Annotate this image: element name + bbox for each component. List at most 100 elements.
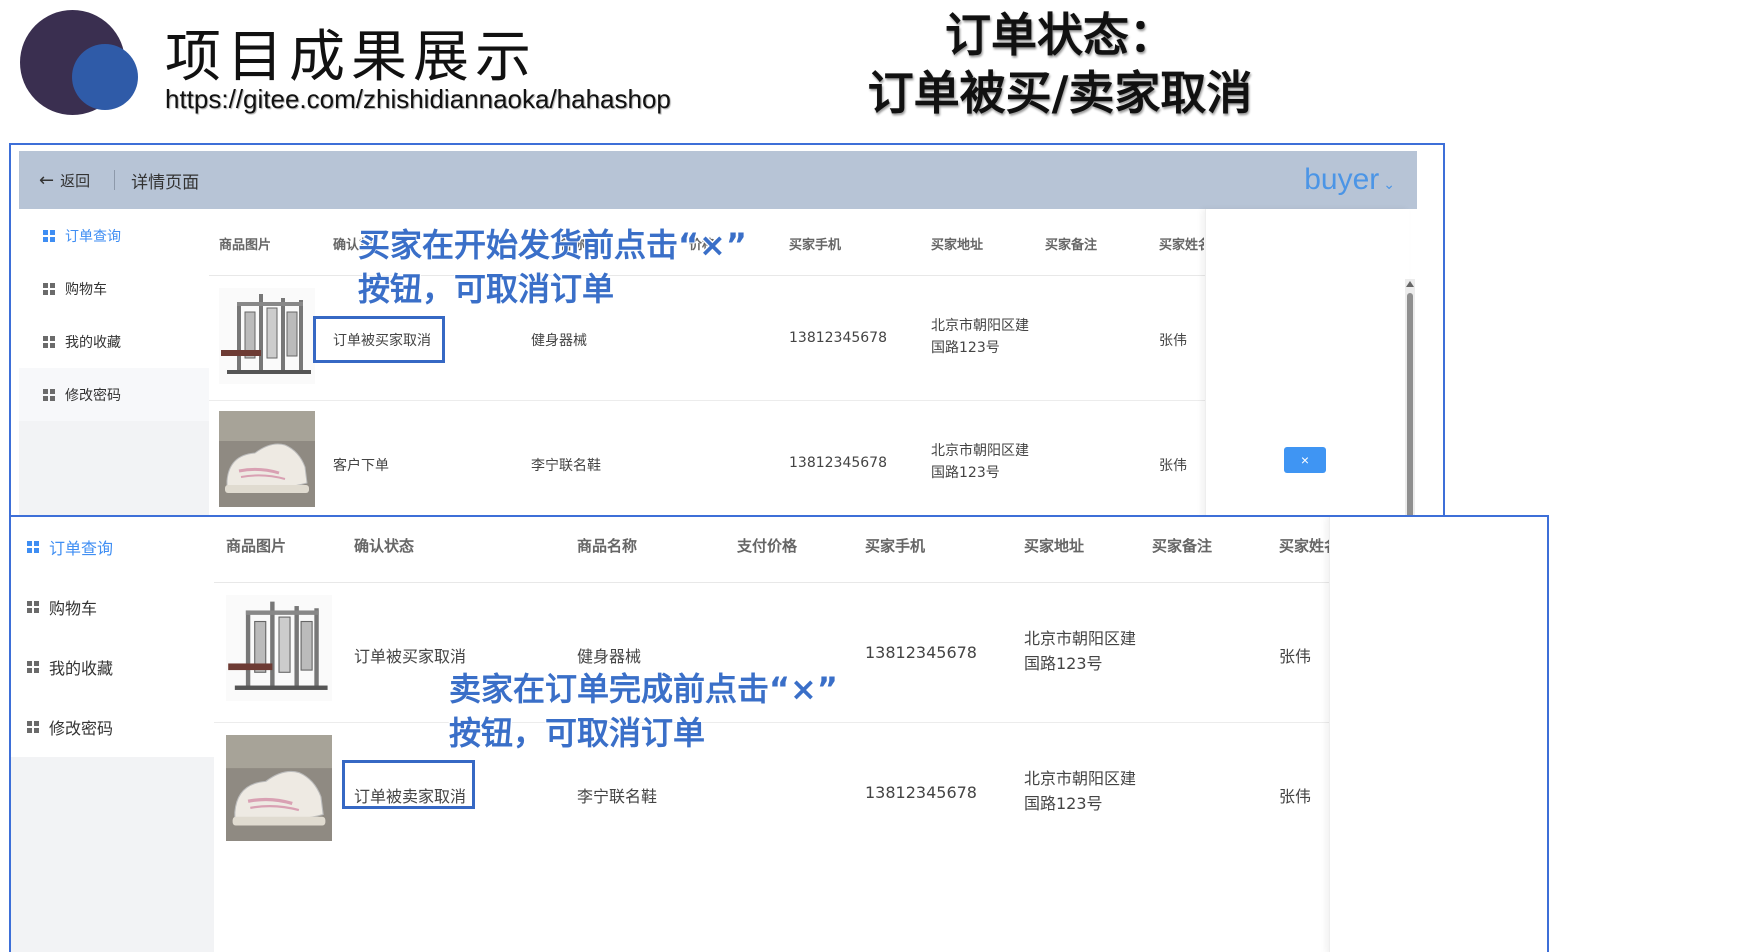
address-line1: 北京市朝阳区建 xyxy=(1024,629,1137,648)
order-status: 客户下单 xyxy=(333,458,389,474)
product-name: 健身器械 xyxy=(577,647,642,666)
col-header-image: 商品图片 xyxy=(219,238,272,253)
col-header-image: 商品图片 xyxy=(226,537,287,555)
buyer-name: 张伟 xyxy=(1159,458,1187,474)
grid-icon xyxy=(27,721,39,733)
buyer-annotation: 买家在开始发货前点击“×” 按钮，可取消订单 xyxy=(358,223,747,311)
sidebar-item-password[interactable]: 修改密码 xyxy=(19,368,209,421)
buyer-name: 张伟 xyxy=(1279,647,1312,666)
orders-table: 商品图片 确认状态 商品名称 支付价格 买家手机 买家地址 买家备注 买家姓名 xyxy=(214,517,1547,952)
col-header-note: 买家备注 xyxy=(1152,537,1213,555)
user-menu[interactable]: buyer ⌄ xyxy=(1304,163,1395,197)
col-header-address: 买家地址 xyxy=(931,238,984,253)
sidebar-item-label: 我的收藏 xyxy=(65,334,121,351)
repo-url: https://gitee.com/zhishidiannaoka/hahash… xyxy=(165,84,671,114)
col-header-price: 支付价格 xyxy=(737,537,798,555)
sidebar-item-cart[interactable]: 购物车 xyxy=(11,577,214,637)
top-bar: ← 返回 详情页面 buyer ⌄ xyxy=(19,151,1417,209)
divider xyxy=(114,170,116,190)
seller-annotation-line1: 卖家在订单完成前点击“×” xyxy=(449,670,838,708)
sidebar-item-label: 修改密码 xyxy=(65,387,121,404)
chevron-down-icon: ⌄ xyxy=(1383,176,1395,192)
sneaker-icon xyxy=(226,735,332,841)
buyer-name: 张伟 xyxy=(1279,787,1312,806)
logo-circle-blue xyxy=(72,44,138,110)
cancel-order-button[interactable]: × xyxy=(1284,447,1326,473)
vertical-scrollbar[interactable] xyxy=(1405,279,1415,516)
sidebar-item-label: 购物车 xyxy=(49,599,98,618)
actions-column: × xyxy=(1205,209,1409,516)
buyer-annotation-line2: 按钮，可取消订单 xyxy=(358,270,615,308)
buyer-address: 北京市朝阳区建 国路123号 xyxy=(1024,627,1136,677)
product-image-sneaker xyxy=(219,411,315,507)
sidebar-item-password[interactable]: 修改密码 xyxy=(11,697,214,757)
sidebar-item-cart[interactable]: 购物车 xyxy=(19,262,209,315)
sidebar: 订单查询 购物车 我的收藏 修改密码 xyxy=(19,209,209,516)
sidebar-item-orders[interactable]: 订单查询 xyxy=(11,517,214,577)
page-title: 详情页面 xyxy=(131,172,200,193)
buyer-address: 北京市朝阳区建 国路123号 xyxy=(1024,767,1136,817)
address-line2: 国路123号 xyxy=(931,464,1000,481)
buyer-phone: 13812345678 xyxy=(789,330,887,346)
grid-icon xyxy=(27,661,39,673)
back-arrow-icon: ← xyxy=(39,169,55,191)
fitness-machine-icon xyxy=(219,288,315,384)
sidebar-item-label: 订单查询 xyxy=(65,228,121,245)
back-button[interactable]: ← 返回 xyxy=(39,170,90,191)
col-header-phone: 买家手机 xyxy=(865,537,926,555)
sidebar-item-label: 购物车 xyxy=(65,281,107,298)
sidebar-item-favorites[interactable]: 我的收藏 xyxy=(11,637,214,697)
product-image-sneaker xyxy=(226,735,332,841)
seller-annotation-line2: 按钮，可取消订单 xyxy=(449,714,706,752)
actions-column xyxy=(1329,517,1547,952)
order-status: 订单被买家取消 xyxy=(354,647,467,666)
scrollbar-thumb[interactable] xyxy=(1407,293,1413,516)
col-header-note: 买家备注 xyxy=(1045,238,1098,253)
address-line1: 北京市朝阳区建 xyxy=(931,443,1029,459)
highlight-box-seller-cancel xyxy=(342,760,475,809)
sidebar: 订单查询 购物车 我的收藏 修改密码 xyxy=(11,517,214,952)
sidebar-item-label: 修改密码 xyxy=(49,719,114,738)
buyer-annotation-line1: 买家在开始发货前点击“×” xyxy=(358,226,747,264)
buyer-address: 北京市朝阳区建 国路123号 xyxy=(931,316,1029,359)
address-line2: 国路123号 xyxy=(931,339,1000,356)
buyer-phone: 13812345678 xyxy=(865,783,977,802)
col-header-buyer-name: 买家姓名 xyxy=(1159,238,1204,253)
slide-logo xyxy=(20,10,145,120)
buyer-phone: 13812345678 xyxy=(789,455,887,471)
grid-icon xyxy=(43,282,55,295)
address-line1: 北京市朝阳区建 xyxy=(1024,769,1137,788)
sidebar-item-favorites[interactable]: 我的收藏 xyxy=(19,315,209,368)
seller-view-screenshot: 订单查询 购物车 我的收藏 修改密码 商品图片 确认状态 商品名称 支付价格 买… xyxy=(9,515,1549,952)
back-label: 返回 xyxy=(60,171,91,190)
sidebar-menu: 订单查询 购物车 我的收藏 修改密码 xyxy=(11,517,214,757)
sidebar-item-orders[interactable]: 订单查询 xyxy=(19,209,209,262)
buyer-address: 北京市朝阳区建 国路123号 xyxy=(931,441,1029,484)
address-line2: 国路123号 xyxy=(1024,793,1103,813)
grid-icon xyxy=(27,601,39,613)
sneaker-icon xyxy=(219,411,315,507)
sidebar-item-label: 我的收藏 xyxy=(49,659,114,678)
address-line2: 国路123号 xyxy=(1024,653,1103,673)
col-header-address: 买家地址 xyxy=(1024,537,1085,555)
col-header-phone: 买家手机 xyxy=(789,238,842,253)
sidebar-item-label: 订单查询 xyxy=(49,539,114,558)
fitness-machine-icon xyxy=(226,595,332,701)
status-heading-line2: 订单被买/卖家取消 xyxy=(867,66,1253,120)
product-name: 健身器械 xyxy=(531,333,587,349)
grid-icon xyxy=(43,388,55,401)
slide-title: 项目成果展示 xyxy=(165,25,537,90)
product-name: 李宁联名鞋 xyxy=(531,458,601,474)
col-header-name: 商品名称 xyxy=(577,537,638,555)
user-menu-label: buyer xyxy=(1304,163,1380,196)
buyer-view-screenshot: ← 返回 详情页面 buyer ⌄ 订单查询 购物车 我的收藏 修改密码 商品图… xyxy=(9,143,1445,518)
product-image-fitness xyxy=(219,288,315,384)
product-name: 李宁联名鞋 xyxy=(577,787,658,806)
grid-icon xyxy=(43,335,55,348)
address-line1: 北京市朝阳区建 xyxy=(931,318,1029,334)
highlight-box-buyer-cancel xyxy=(313,316,445,363)
sidebar-menu: 订单查询 购物车 我的收藏 修改密码 xyxy=(19,209,209,421)
col-header-buyer-name: 买家姓名 xyxy=(1279,537,1329,555)
col-header-status: 确认状态 xyxy=(354,537,415,555)
status-heading: 订单状态： 订单被买/卖家取消 xyxy=(850,6,1270,122)
